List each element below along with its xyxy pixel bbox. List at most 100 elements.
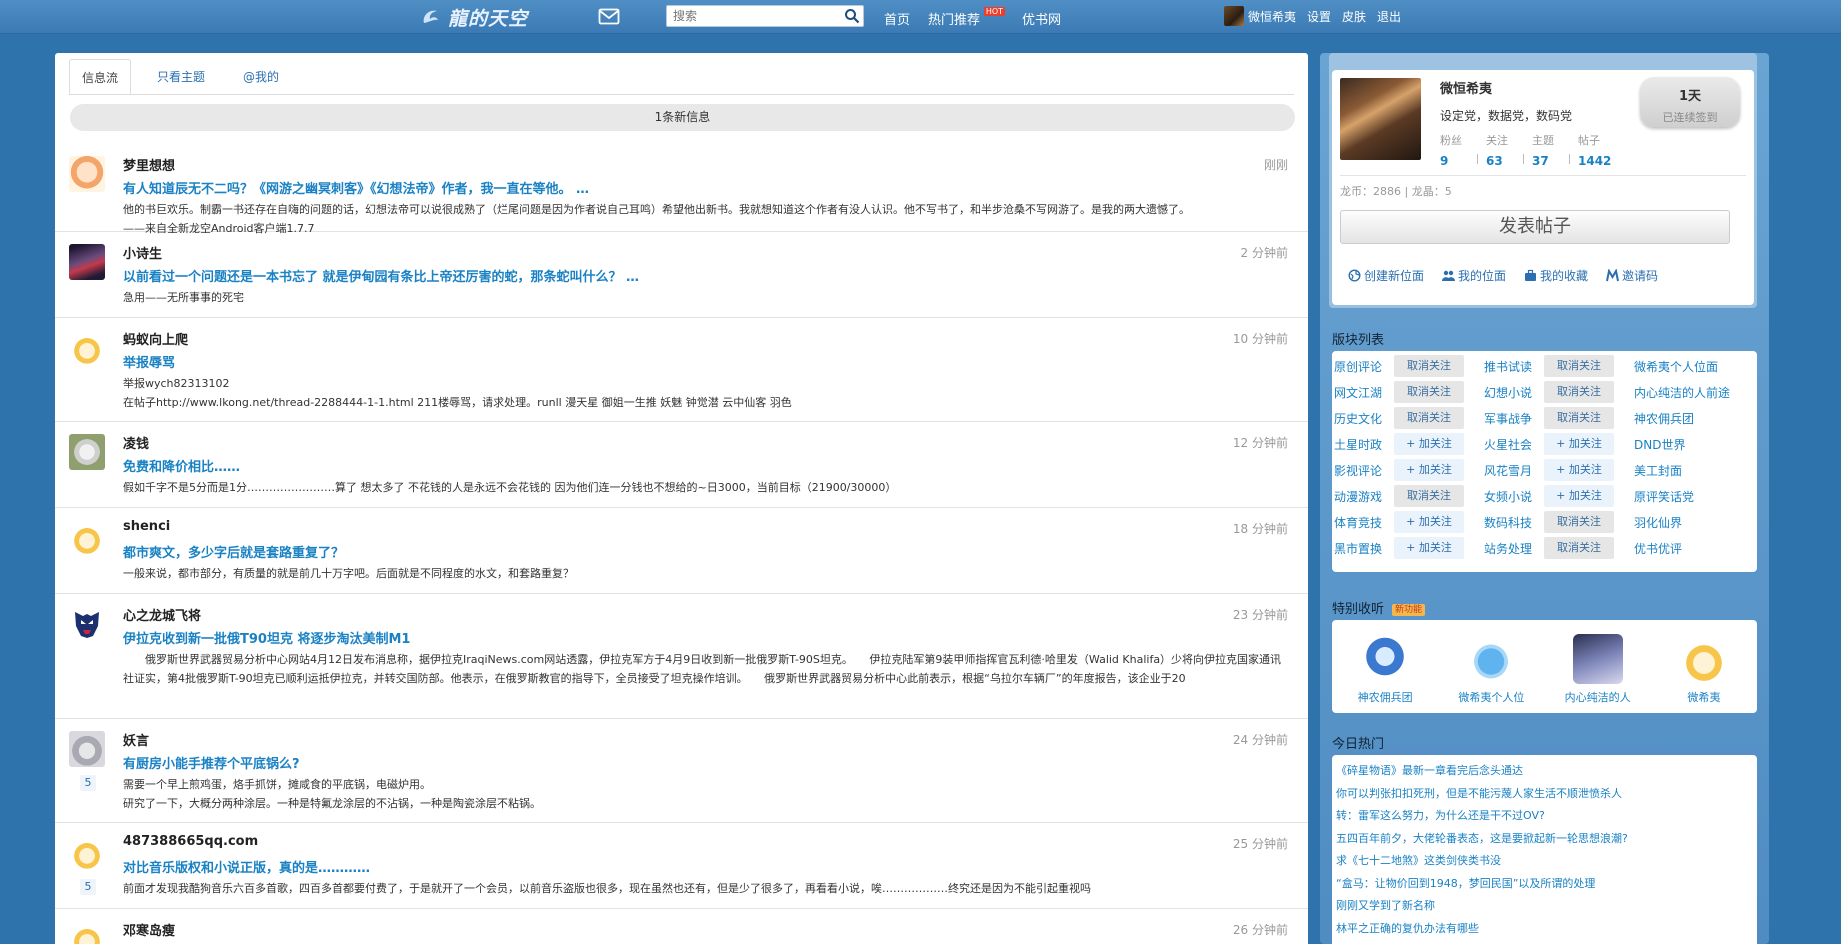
post-title[interactable]: 有厨房小能手推荐个平底锅么? xyxy=(123,753,300,772)
hot-link[interactable]: 你可以判张扣扣死刑，但是不能污蔑人家生活不顺泄愤杀人 xyxy=(1336,785,1628,808)
tab-topics-only[interactable]: 只看主题 xyxy=(145,59,217,95)
post-title[interactable]: 伊拉克收到新一批俄T90坦克 将逐步淘汰美制M1 xyxy=(123,628,410,647)
board-name-link[interactable]: 影视评论 xyxy=(1334,462,1394,479)
nav-home[interactable]: 首页 xyxy=(884,9,910,28)
post-author[interactable]: 邓寒岛瘦 xyxy=(123,920,175,939)
board-name-link[interactable]: 土星时政 xyxy=(1334,436,1394,453)
board-name-link[interactable]: 内心纯洁的人前途 xyxy=(1634,384,1744,401)
hot-link[interactable]: 《碎星物语》最新一章看完后念头通达 xyxy=(1336,762,1628,785)
stat-fans[interactable]: 粉丝 9 xyxy=(1440,132,1486,168)
follow-button[interactable]: + 加关注 xyxy=(1544,459,1614,481)
board-name-link[interactable]: 优书优评 xyxy=(1634,540,1744,557)
unfollow-button[interactable]: 取消关注 xyxy=(1544,407,1614,429)
follow-button[interactable]: + 加关注 xyxy=(1394,433,1464,455)
nav-hot-recommend[interactable]: 热门推荐 HOT xyxy=(928,7,1006,28)
board-name-link[interactable]: 美工封面 xyxy=(1634,462,1744,479)
post-title[interactable]: 以前看过一个问题还是一本书忘了 就是伊甸园有条比上帝还厉害的蛇，那条蛇叫什么？ … xyxy=(123,266,639,285)
board-name-link[interactable]: 体育竞技 xyxy=(1334,514,1394,531)
follow-button[interactable]: + 加关注 xyxy=(1544,485,1614,507)
site-logo[interactable]: 龍的天空 xyxy=(420,5,528,30)
dragon-mascot-icon[interactable] xyxy=(69,330,105,366)
user-mini-avatar[interactable] xyxy=(1224,6,1244,26)
tab-feed[interactable]: 信息流 xyxy=(69,59,132,95)
stat-posts[interactable]: 帖子 1442 xyxy=(1569,132,1624,168)
invite-code-link[interactable]: 邀请码 xyxy=(1606,267,1658,284)
board-name-link[interactable]: 动漫游戏 xyxy=(1334,488,1394,505)
fav-item[interactable]: 神农佣兵团 xyxy=(1339,634,1431,705)
hot-link[interactable]: 五四百年前夕，大佬轮番表态，这是要掀起新一轮思想浪潮? xyxy=(1336,830,1628,853)
nav-youshu[interactable]: 优书网 xyxy=(1022,9,1061,28)
board-name-link[interactable]: 微希夷个人位面 xyxy=(1634,358,1744,375)
board-name-link[interactable]: 羽化仙界 xyxy=(1634,514,1744,531)
board-name-link[interactable]: 数码科技 xyxy=(1484,514,1544,531)
hot-link[interactable]: 转：雷军这么努力，为什么还是干不过OV? xyxy=(1336,807,1628,830)
reply-count-badge[interactable]: 5 xyxy=(80,879,96,895)
cat-photo-icon[interactable] xyxy=(69,434,105,470)
post-author[interactable]: 心之龙城飞将 xyxy=(123,605,201,624)
follow-button[interactable]: + 加关注 xyxy=(1544,433,1614,455)
reply-count-badge[interactable]: 5 xyxy=(80,775,96,791)
hot-link[interactable]: “盒马：让物价回到1948，梦回民国”以及所谓的处理 xyxy=(1336,875,1628,898)
my-favorites-link[interactable]: 我的收藏 xyxy=(1524,267,1588,284)
post-author[interactable]: 小诗生 xyxy=(123,243,162,262)
dragon-mascot-icon[interactable] xyxy=(69,835,105,871)
unfollow-button[interactable]: 取消关注 xyxy=(1544,381,1614,403)
unfollow-button[interactable]: 取消关注 xyxy=(1394,485,1464,507)
board-name-link[interactable]: 幻想小说 xyxy=(1484,384,1544,401)
board-name-link[interactable]: DND世界 xyxy=(1634,436,1744,453)
dragon-mascot-icon[interactable] xyxy=(69,921,105,944)
board-name-link[interactable]: 原评笑话党 xyxy=(1634,488,1744,505)
board-name-link[interactable]: 黑市置换 xyxy=(1334,540,1394,557)
follow-button[interactable]: + 加关注 xyxy=(1394,459,1464,481)
hot-link[interactable]: 刚刚又学到了新名称 xyxy=(1336,897,1628,920)
stat-following[interactable]: 关注 63 xyxy=(1477,132,1532,168)
stat-topics[interactable]: 主题 37 xyxy=(1523,132,1578,168)
post-author[interactable]: 蚂蚁向上爬 xyxy=(123,329,188,348)
new-info-bar[interactable]: 1条新信息 xyxy=(70,104,1295,131)
board-name-link[interactable]: 站务处理 xyxy=(1484,540,1544,557)
board-name-link[interactable]: 历史文化 xyxy=(1334,410,1394,427)
mail-icon[interactable] xyxy=(598,8,620,25)
unfollow-button[interactable]: 取消关注 xyxy=(1544,355,1614,377)
fav-item[interactable]: 微希夷 xyxy=(1658,634,1750,705)
fav-item[interactable]: 微希夷个人位 xyxy=(1445,634,1537,705)
profile-avatar[interactable] xyxy=(1340,78,1421,160)
create-plane-link[interactable]: 创建新位面 xyxy=(1348,267,1424,284)
hot-link[interactable]: 林平之正确的复仇办法有哪些 xyxy=(1336,920,1628,943)
board-name-link[interactable]: 原创评论 xyxy=(1334,358,1394,375)
post-author[interactable]: 487388665qq.com xyxy=(123,834,258,849)
tab-mentions[interactable]: @我的 xyxy=(231,59,291,95)
checkin-button[interactable]: 1天 已连续签到 xyxy=(1640,77,1740,127)
post-title[interactable]: 都市爽文，多少字后就是套路重复了？ xyxy=(123,542,344,561)
post-author[interactable]: 梦里想想 xyxy=(123,155,175,174)
post-title[interactable]: 举报辱骂 xyxy=(123,352,175,371)
board-name-link[interactable]: 网文江湖 xyxy=(1334,384,1394,401)
fav-item[interactable]: 内心纯洁的人 xyxy=(1552,634,1644,705)
unfollow-button[interactable]: 取消关注 xyxy=(1544,511,1614,533)
board-name-link[interactable]: 火星社会 xyxy=(1484,436,1544,453)
dark-anime-icon[interactable] xyxy=(69,244,105,280)
cartoon-girl-icon[interactable] xyxy=(69,156,105,192)
board-name-link[interactable]: 女频小说 xyxy=(1484,488,1544,505)
post-author[interactable]: 凌钱 xyxy=(123,433,149,452)
unfollow-button[interactable]: 取消关注 xyxy=(1394,407,1464,429)
logout-link[interactable]: 退出 xyxy=(1377,8,1401,25)
skin-link[interactable]: 皮肤 xyxy=(1342,8,1366,25)
post-author[interactable]: 妖言 xyxy=(123,730,149,749)
board-name-link[interactable]: 军事战争 xyxy=(1484,410,1544,427)
profile-name[interactable]: 微恒希夷 xyxy=(1440,78,1492,97)
new-post-button[interactable]: 发表帖子 xyxy=(1340,210,1730,244)
autobot-logo-icon[interactable] xyxy=(69,606,105,642)
search-icon[interactable] xyxy=(844,8,860,24)
post-title[interactable]: 免费和降价相比…… xyxy=(123,456,240,475)
follow-button[interactable]: + 加关注 xyxy=(1394,537,1464,559)
board-name-link[interactable]: 风花雪月 xyxy=(1484,462,1544,479)
hot-link[interactable]: 求《七十二地煞》这类剑侠类书没 xyxy=(1336,852,1628,875)
unfollow-button[interactable]: 取消关注 xyxy=(1544,537,1614,559)
my-plane-link[interactable]: 我的位面 xyxy=(1442,267,1506,284)
search-input[interactable] xyxy=(667,6,837,26)
post-title[interactable]: 对比音乐版权和小说正版，真的是………… xyxy=(123,857,370,876)
gray-cat-icon[interactable] xyxy=(69,731,105,767)
user-name-link[interactable]: 微恒希夷 xyxy=(1248,8,1296,25)
settings-link[interactable]: 设置 xyxy=(1307,8,1331,25)
